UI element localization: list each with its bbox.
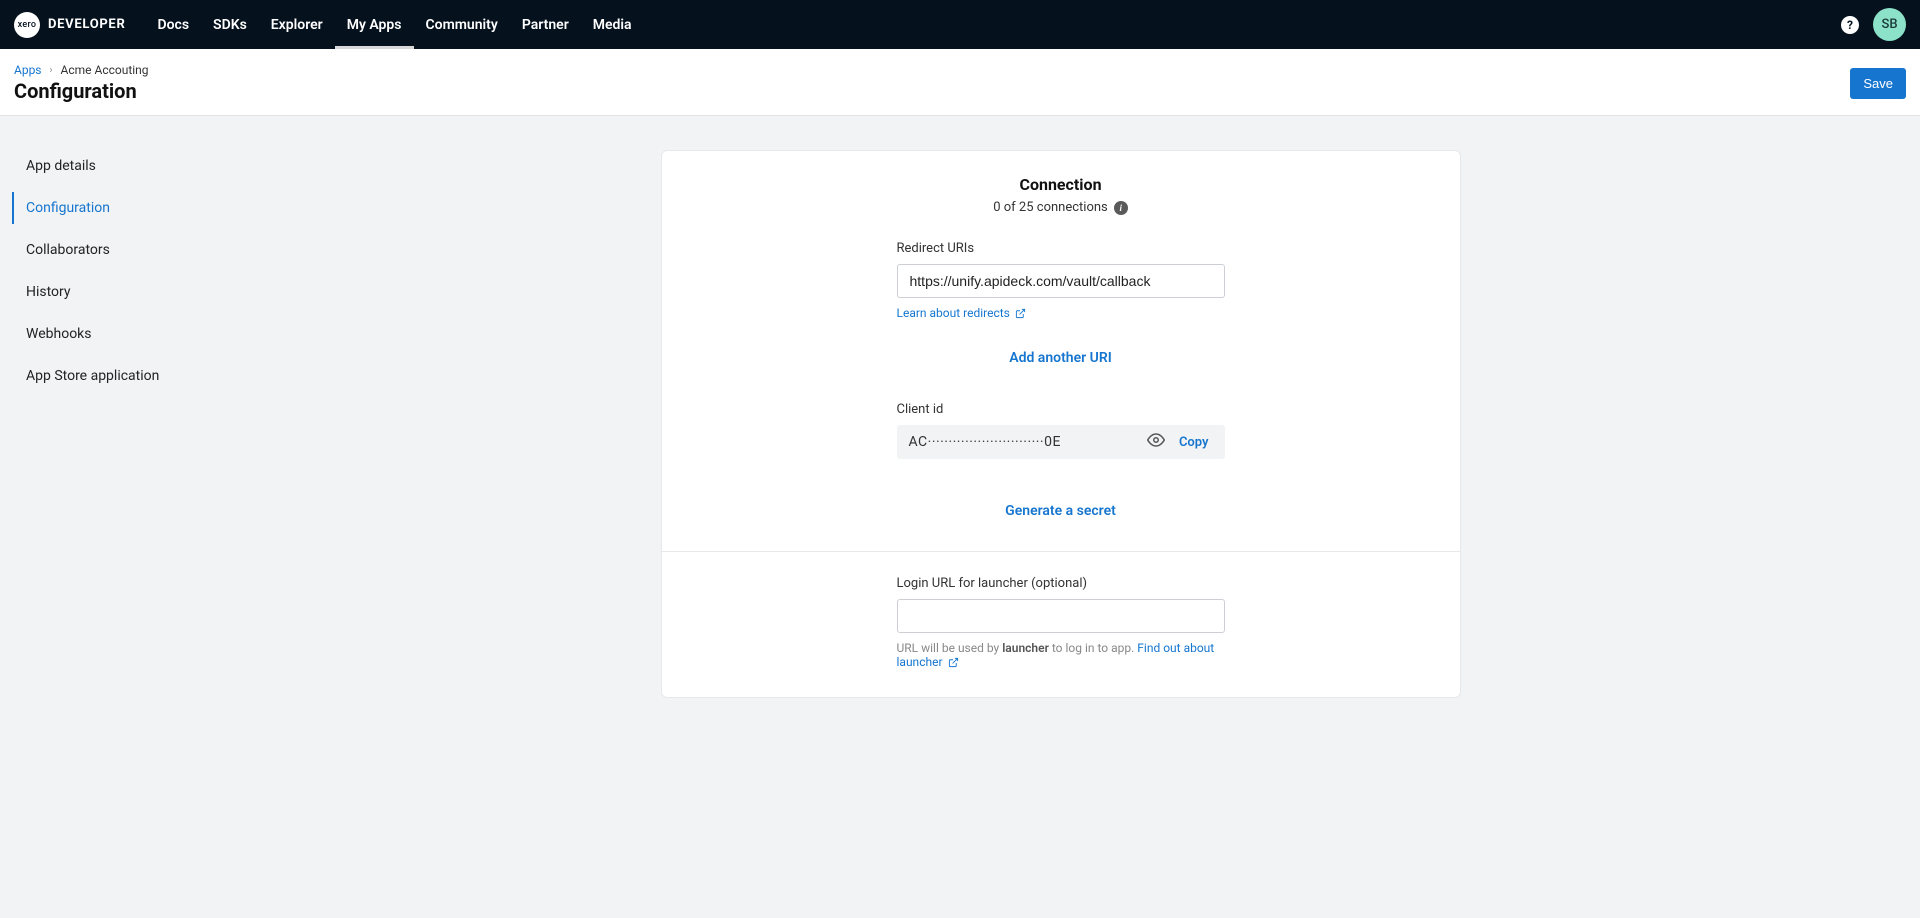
sidebar-configuration[interactable]: Configuration [12,192,215,224]
launcher-helper: URL will be used by launcher to log in t… [897,641,1225,671]
breadcrumb: Apps › Acme Accouting Configuration [14,63,149,103]
external-link-icon [948,657,959,671]
sidebar-app-details[interactable]: App details [12,150,215,182]
client-id-value: AC····························0E [909,434,1139,450]
logo-text: DEVELOPER [48,17,125,32]
logo-icon: xero [14,12,40,38]
redirect-help-row: Learn about redirects [897,306,1225,322]
redirect-label: Redirect URIs [897,241,1225,256]
nav-left: xero DEVELOPER Docs SDKs Explorer My App… [14,0,644,49]
redirect-help-link[interactable]: Learn about redirects [897,306,1010,320]
generate-secret-button[interactable]: Generate a secret [897,503,1225,519]
sidebar: App details Configuration Collaborators … [0,150,215,698]
nav-explorer[interactable]: Explorer [259,0,335,49]
sidebar-app-store[interactable]: App Store application [12,360,215,392]
nav-partner[interactable]: Partner [510,0,581,49]
nav-sdks[interactable]: SDKs [201,0,259,49]
help-icon[interactable]: ? [1841,16,1859,34]
breadcrumb-current: Acme Accouting [61,63,149,77]
sidebar-collaborators[interactable]: Collaborators [12,234,215,266]
logo[interactable]: xero DEVELOPER [14,12,125,38]
info-icon[interactable]: i [1114,201,1128,215]
copy-button[interactable]: Copy [1173,431,1215,454]
connection-section: Connection 0 of 25 connections i Redirec… [662,151,1460,551]
nav-docs[interactable]: Docs [145,0,201,49]
sidebar-history[interactable]: History [12,276,215,308]
page-title: Configuration [14,79,149,103]
sub-header: Apps › Acme Accouting Configuration Save [0,49,1920,116]
launcher-helper-bold: launcher [1002,641,1049,655]
breadcrumbs: Apps › Acme Accouting [14,63,149,77]
launcher-section: Login URL for launcher (optional) URL wi… [662,551,1460,697]
content-area: Connection 0 of 25 connections i Redirec… [215,150,1920,698]
client-id-label: Client id [897,402,1225,417]
nav-my-apps[interactable]: My Apps [335,0,414,49]
breadcrumb-root[interactable]: Apps [14,63,42,77]
connection-title: Connection [686,175,1436,194]
external-link-icon [1015,308,1026,322]
nav-right: ? SB [1841,8,1906,41]
page-body: App details Configuration Collaborators … [0,116,1920,738]
client-id-group: Client id AC····························… [897,402,1225,459]
avatar[interactable]: SB [1873,8,1906,41]
launcher-label: Login URL for launcher (optional) [897,576,1225,591]
redirect-block: Redirect URIs Learn about redirects Add … [897,241,1225,519]
add-uri-button[interactable]: Add another URI [897,350,1225,366]
connection-subtitle: 0 of 25 connections i [686,200,1436,215]
launcher-helper-prefix: URL will be used by [897,641,1003,655]
redirect-input[interactable] [897,264,1225,298]
config-card: Connection 0 of 25 connections i Redirec… [661,150,1461,698]
launcher-helper-suffix: to log in to app. [1049,641,1137,655]
launcher-block: Login URL for launcher (optional) URL wi… [897,576,1225,671]
eye-icon[interactable] [1139,427,1173,457]
sidebar-webhooks[interactable]: Webhooks [12,318,215,350]
save-button[interactable]: Save [1850,68,1906,99]
launcher-input[interactable] [897,599,1225,633]
client-id-field: AC····························0E Copy [897,425,1225,459]
nav-items: Docs SDKs Explorer My Apps Community Par… [145,0,643,49]
breadcrumb-sep: › [50,65,53,76]
nav-community[interactable]: Community [414,0,510,49]
top-nav: xero DEVELOPER Docs SDKs Explorer My App… [0,0,1920,49]
connection-count: 0 of 25 connections [993,200,1108,215]
nav-media[interactable]: Media [581,0,644,49]
